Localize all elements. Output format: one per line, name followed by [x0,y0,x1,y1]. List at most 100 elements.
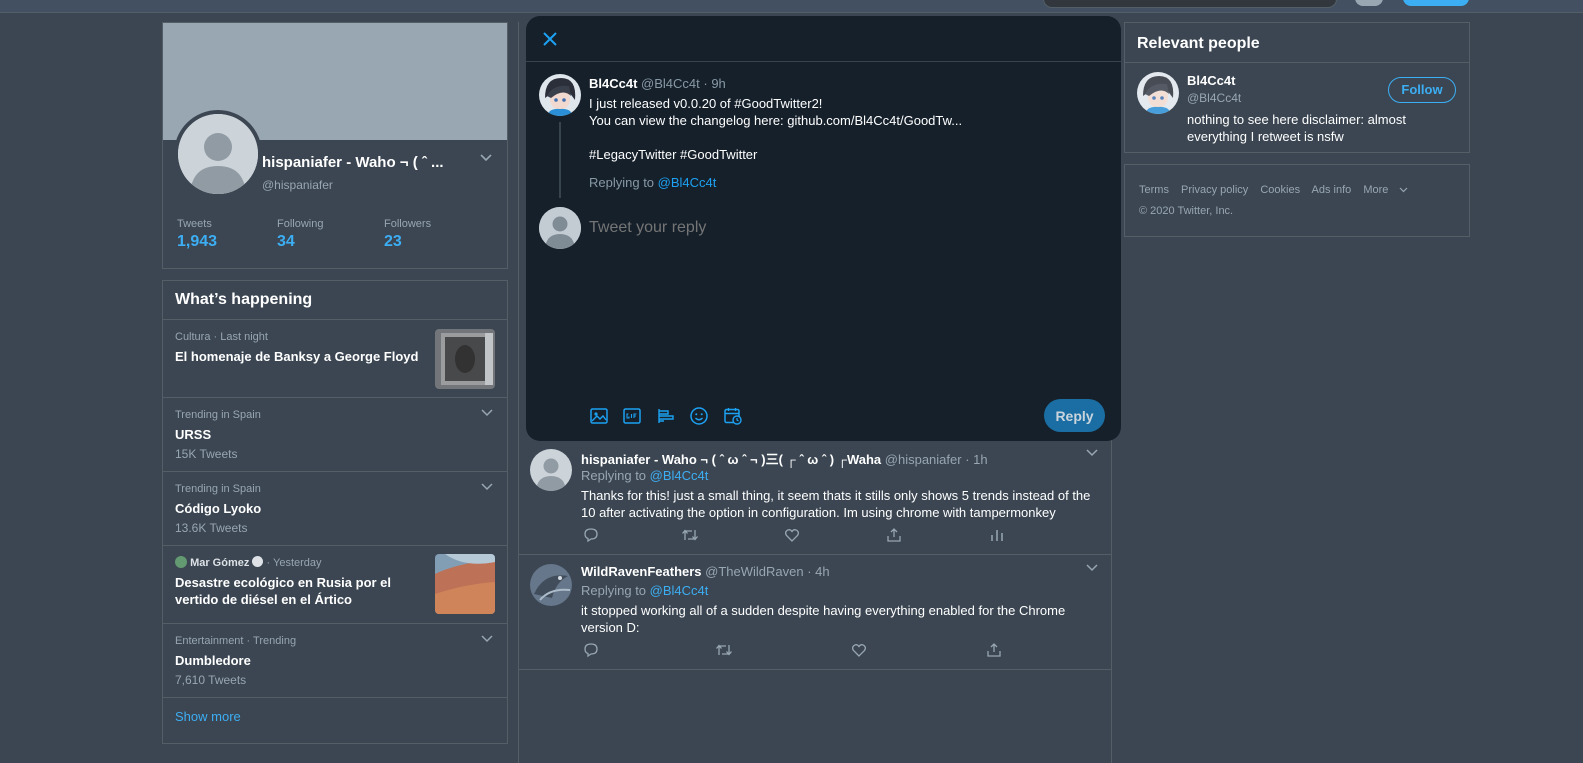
stat-value: 34 [277,233,295,250]
profile-avatar[interactable] [174,110,262,198]
profile-card: hispaniafer - Waho ¬ ( ˆ ... @hispaniafe… [162,22,508,269]
verified-badge-icon [252,556,264,567]
reply-handle[interactable]: @hispaniafer [885,452,962,467]
stat-following[interactable]: Following 34 [277,218,323,251]
reply-author-name[interactable]: hispaniafer - Waho ¬ ( ˆ ω ˆ ¬ )三( ┌ ˆ ω… [581,452,881,467]
retweet-icon[interactable] [681,527,699,546]
tweet-button[interactable] [1403,0,1469,6]
replying-to: Replying to @Bl4Cc4t [581,583,708,598]
copyright: © 2020 Twitter, Inc. [1139,205,1234,217]
emoji-icon[interactable] [689,406,709,426]
profile-name[interactable]: hispaniafer - Waho ¬ ( ˆ ... [262,154,468,171]
trend-count: 15K Tweets [175,447,238,461]
person-avatar[interactable] [1137,72,1179,114]
like-icon[interactable] [784,527,800,546]
trend-meta: Entertainment · Trending [175,635,297,647]
analytics-icon[interactable] [989,527,1005,546]
person-bio: nothing to see here disclaimer: almost e… [1187,112,1406,144]
original-tweet-header: Bl4Cc4t @Bl4Cc4t · 9h [589,76,726,91]
reply-icon[interactable] [583,527,599,546]
replying-to-handle[interactable]: @Bl4Cc4t [658,175,717,190]
trend-item[interactable]: Entertainment · Trending Dumbledore 7,61… [163,623,507,698]
original-tweet-time[interactable]: · 9h [703,76,725,91]
footer-link-ads-info[interactable]: Ads info [1312,184,1352,196]
stat-label: Following [277,218,324,230]
author-avatar-icon [175,556,187,568]
gif-icon[interactable] [622,406,642,426]
footer-link-privacy[interactable]: Privacy policy [1181,184,1248,196]
trend-title: Código Lyoko [175,501,262,516]
like-icon[interactable] [851,642,867,661]
replying-to-handle[interactable]: @Bl4Cc4t [650,468,709,483]
person-handle[interactable]: @Bl4Cc4t [1187,91,1241,105]
stat-label: Tweets [177,218,212,230]
footer-links: Terms Privacy policy Cookies Ads info Mo… [1139,184,1417,196]
trends-title: What’s happening [175,291,313,308]
person-name[interactable]: Bl4Cc4t [1187,73,1235,88]
anime-avatar-icon [1137,72,1179,114]
relevant-people-title: Relevant people [1137,35,1260,52]
trend-item[interactable]: Cultura · Last night El homenaje de Bank… [163,319,507,398]
original-tweet-avatar[interactable] [539,74,581,116]
trend-meta: Trending in Spain [175,483,261,495]
retweet-icon[interactable] [715,642,733,661]
trend-title: El homenaje de Banksy a George Floyd [175,349,419,364]
trend-thumbnail [435,329,495,389]
trend-item[interactable]: Mar Gómez · Yesterday Desastre ecológico… [163,545,507,624]
footer-more-label: More [1363,184,1389,196]
stat-followers[interactable]: Followers 23 [384,218,431,251]
reply-text: Thanks for this! just a small thing, it … [581,488,1091,520]
my-avatar [539,207,581,249]
original-tweet-handle[interactable]: @Bl4Cc4t [641,76,700,91]
trend-count: 13.6K Tweets [175,521,248,535]
reply-avatar[interactable] [530,564,572,606]
chevron-down-icon[interactable] [481,483,493,491]
reply-time[interactable]: · 1h [965,452,987,467]
reply-handle[interactable]: @TheWildRaven [705,564,803,579]
relevant-people-card: Relevant people Bl4Cc4t @Bl4Cc4t nothing… [1124,22,1470,153]
chevron-down-icon[interactable] [481,635,493,643]
original-tweet-text: I just released v0.0.20 of #GoodTwitter2… [589,95,1109,163]
reply-tweet[interactable]: WildRavenFeathers @TheWildRaven · 4h Rep… [518,556,1112,670]
reply-compose-input[interactable] [589,219,1089,237]
reply-dialog: Bl4Cc4t @Bl4Cc4t · 9h I just released v0… [526,16,1121,441]
replying-to-label: Replying to [589,175,655,190]
stat-value: 1,943 [177,233,218,250]
footer-card: Terms Privacy policy Cookies Ads info Mo… [1124,164,1470,237]
poll-icon[interactable] [656,406,676,426]
original-tweet-author[interactable]: Bl4Cc4t [589,76,637,91]
share-icon[interactable] [886,527,902,546]
trend-title: URSS [175,427,212,442]
chevron-down-icon[interactable] [1086,449,1098,457]
reply-author-name[interactable]: WildRavenFeathers [581,564,702,579]
trend-item[interactable]: Trending in Spain URSS 15K Tweets [163,397,507,472]
follow-button[interactable]: Follow [1388,77,1456,103]
image-icon[interactable] [589,406,609,426]
reply-avatar[interactable] [530,449,572,491]
footer-link-terms[interactable]: Terms [1139,184,1169,196]
trend-item[interactable]: Trending in Spain Código Lyoko 13.6K Twe… [163,471,507,546]
chevron-down-icon[interactable] [1086,564,1098,572]
account-avatar[interactable] [1355,0,1383,6]
reply-icon[interactable] [583,642,599,661]
show-more-link[interactable]: Show more [175,709,241,724]
dialog-header [526,16,1121,62]
stat-tweets[interactable]: Tweets 1,943 [177,218,217,251]
replying-to-label: Replying to [581,468,647,483]
reply-button[interactable]: Reply [1044,399,1105,432]
close-icon[interactable] [540,29,560,49]
chevron-down-icon[interactable] [479,153,493,163]
search-field[interactable] [1043,0,1337,8]
default-avatar-icon [178,114,258,194]
replying-to-handle[interactable]: @Bl4Cc4t [650,583,709,598]
reply-tweet[interactable]: hispaniafer - Waho ¬ ( ˆ ω ˆ ¬ )三( ┌ ˆ ω… [518,441,1112,555]
schedule-icon[interactable] [723,406,743,426]
footer-link-more[interactable]: More [1363,184,1408,196]
footer-link-cookies[interactable]: Cookies [1260,184,1300,196]
profile-handle[interactable]: @hispaniafer [262,178,333,192]
chevron-down-icon[interactable] [481,409,493,417]
reply-header: WildRavenFeathers @TheWildRaven · 4h [581,564,830,579]
reply-text: it stopped working all of a sudden despi… [581,603,1066,635]
share-icon[interactable] [986,642,1002,661]
reply-time[interactable]: · 4h [807,564,829,579]
